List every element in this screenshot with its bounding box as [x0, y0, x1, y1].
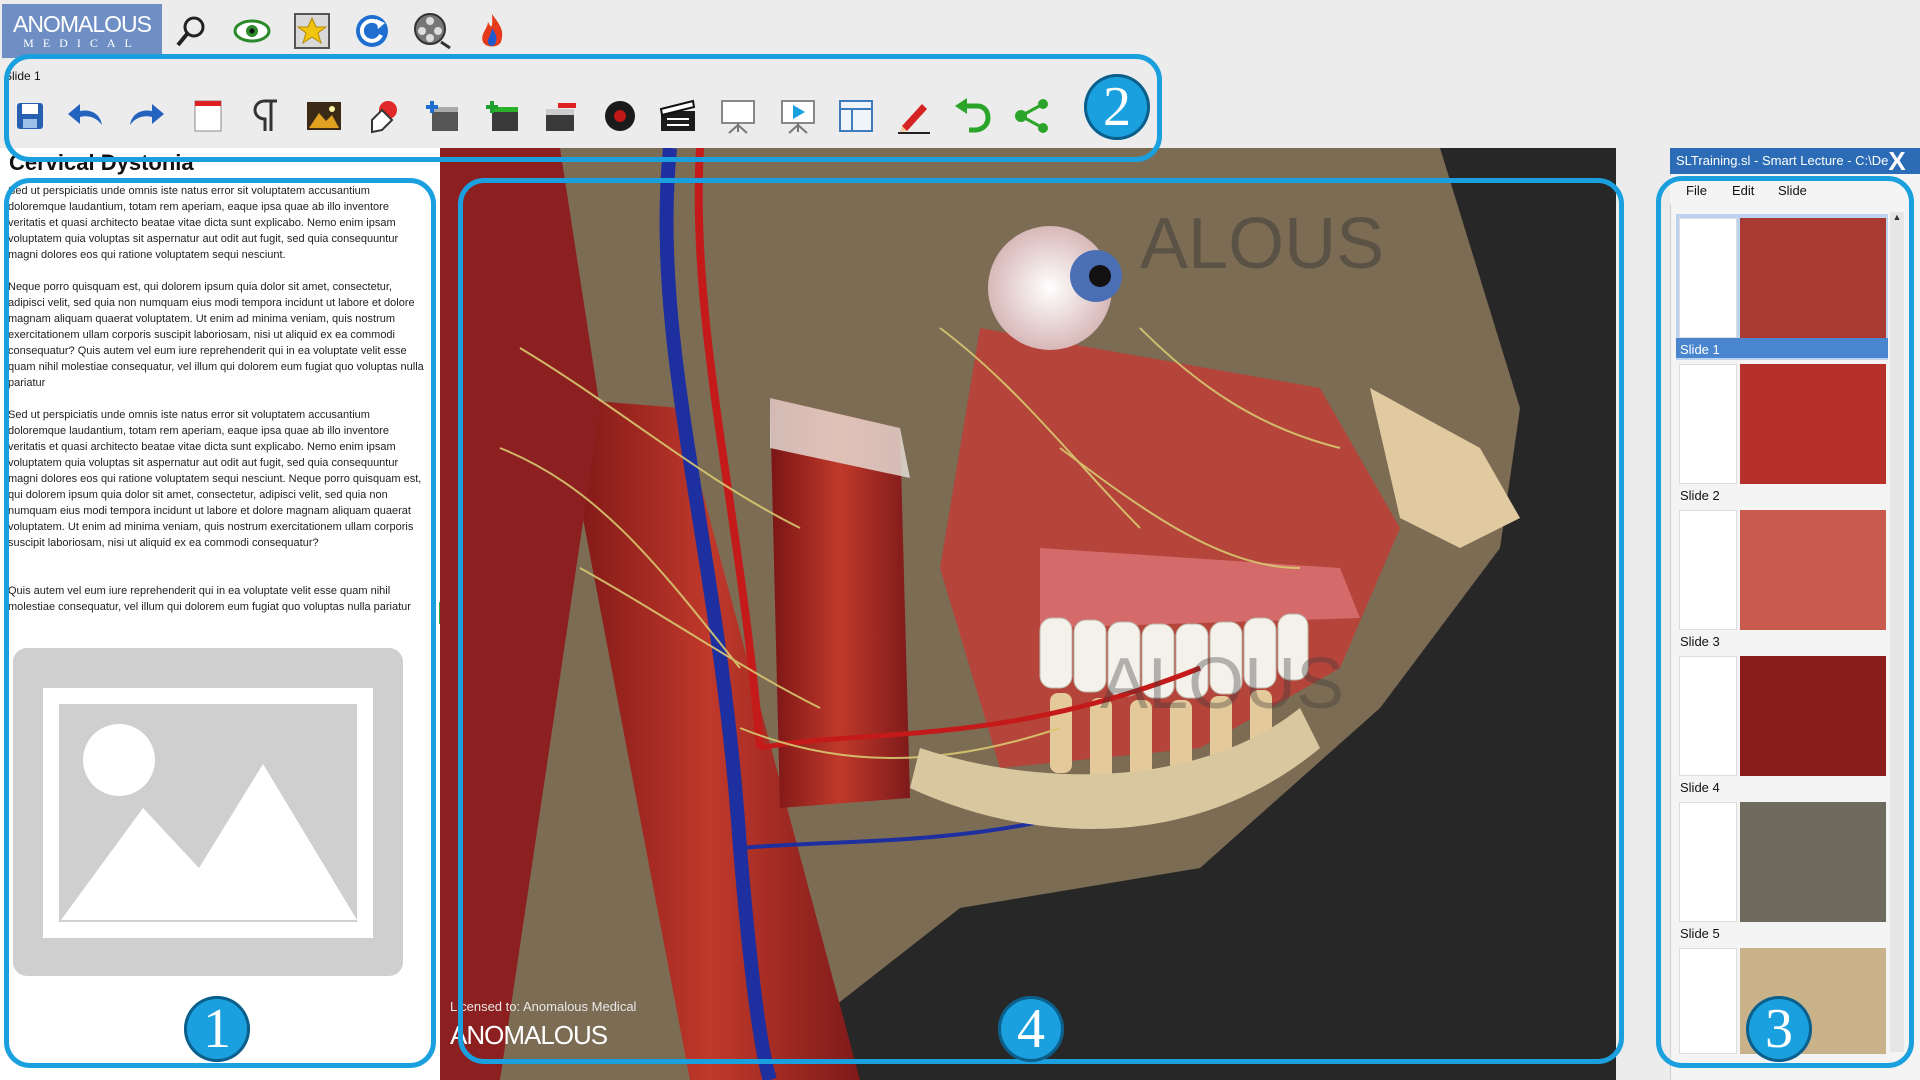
star-icon[interactable]	[292, 10, 332, 52]
callout-outline-3	[1656, 176, 1914, 1068]
callout-outline-2	[4, 54, 1162, 162]
close-button[interactable]: X	[1880, 148, 1914, 174]
app-window: { "app": { "logo_line1": "ANOMALOUS", "l…	[0, 0, 1920, 1080]
film-reel-icon[interactable]	[412, 10, 452, 52]
callout-outline-4	[458, 178, 1624, 1064]
logo-subtext: MEDICAL	[23, 36, 141, 50]
callout-badge-3: 3	[1746, 996, 1812, 1062]
callout-badge-4: 4	[998, 996, 1064, 1062]
callout-outline-1	[4, 178, 436, 1068]
callout-badge-1: 1	[184, 996, 250, 1062]
flame-icon[interactable]	[472, 10, 512, 52]
anomalous-medical-logo[interactable]: ANOMALOUS MEDICAL	[2, 4, 162, 58]
search-icon[interactable]	[172, 10, 212, 52]
callout-badge-2: 2	[1084, 74, 1150, 140]
logo-text: ANOMALOUS	[13, 11, 152, 37]
eye-icon[interactable]	[232, 10, 272, 52]
refresh-icon[interactable]	[352, 10, 392, 52]
